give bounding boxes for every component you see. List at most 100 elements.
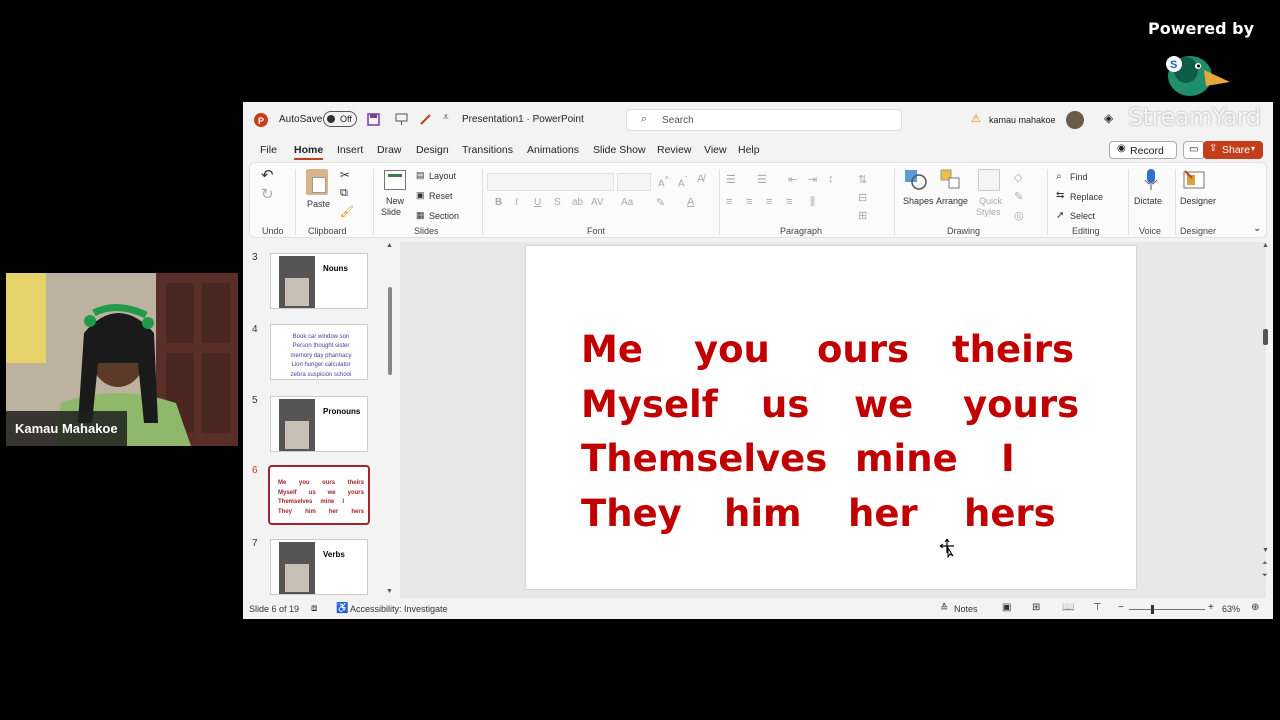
columns-icon[interactable]: ⫼ (810, 196, 815, 209)
thumbnail-scrollbar[interactable]: ▲ ▼ (386, 242, 394, 598)
justify-icon[interactable]: ≡ (786, 196, 792, 208)
zoom-out-icon[interactable]: − (1118, 602, 1124, 613)
reset-button[interactable]: Reset (429, 191, 453, 201)
new-slide-label-2[interactable]: Slide (381, 207, 401, 217)
bullets-icon[interactable]: ☰ (726, 173, 736, 186)
font-size-select[interactable] (617, 173, 651, 191)
quick-styles-label[interactable]: Quick (979, 196, 1002, 206)
designer-label[interactable]: Designer (1180, 196, 1216, 206)
zoom-slider[interactable] (1129, 605, 1205, 614)
slide-thumbnail-5[interactable]: Pronouns (270, 396, 368, 452)
tab-help[interactable]: Help (738, 144, 760, 156)
save-icon[interactable] (367, 113, 380, 126)
draw-pen-icon[interactable] (419, 113, 432, 126)
current-slide[interactable]: Me you ours theirs Myself us we yours Th… (526, 246, 1136, 589)
undo-icon[interactable]: ↶ (261, 166, 274, 184)
zoom-slider-thumb[interactable] (1151, 605, 1154, 614)
shadow-icon[interactable]: ab (572, 197, 583, 208)
char-spacing-icon[interactable]: AV (591, 197, 604, 208)
find-button[interactable]: Find (1070, 172, 1088, 182)
microphone-icon[interactable] (1143, 168, 1159, 192)
numbering-icon[interactable]: ☰ (757, 173, 767, 186)
replace-button[interactable]: Replace (1070, 192, 1103, 202)
scroll-up-icon[interactable]: ▲ (386, 242, 393, 249)
user-avatar[interactable] (1066, 111, 1084, 129)
quick-styles-label-2[interactable]: Styles (976, 207, 1001, 217)
collapse-ribbon-icon[interactable]: ⌄ (1253, 223, 1261, 234)
zoom-level[interactable]: 63% (1222, 604, 1240, 614)
shape-effects-icon[interactable]: ◎ (1014, 209, 1024, 222)
designer-icon[interactable] (1182, 168, 1206, 192)
autosave-toggle[interactable]: Off (323, 111, 357, 127)
tab-home[interactable]: Home (294, 144, 324, 160)
decrease-indent-icon[interactable]: ⇤ (788, 173, 797, 186)
scrollbar-thumb[interactable] (388, 287, 392, 375)
copy-icon[interactable]: ⧉ (340, 187, 348, 200)
accessibility-icon[interactable]: ♿ (336, 603, 348, 614)
warning-icon[interactable]: ⚠ (971, 112, 981, 125)
slide-thumbnail-4[interactable]: Book car window son Person thought siste… (270, 324, 368, 380)
shape-fill-icon[interactable]: ◇ (1014, 171, 1022, 184)
highlight-icon[interactable]: ✎ (656, 196, 665, 209)
slide-thumbnail-6[interactable]: Me you ours theirs Myself us we yours Themselv… (268, 465, 370, 525)
section-button[interactable]: Section (429, 211, 459, 221)
font-color-icon[interactable]: A (687, 196, 694, 208)
scroll-down-icon[interactable]: ▼ (1262, 547, 1269, 554)
clear-format-icon[interactable]: A̸ (697, 173, 704, 185)
increase-indent-icon[interactable]: ⇥ (808, 173, 817, 186)
new-slide-label[interactable]: New (386, 196, 404, 206)
shapes-label[interactable]: Shapes (903, 196, 934, 206)
slide-scrollbar[interactable]: ▲ ▼ ⏶ ⏷ (1261, 242, 1271, 598)
grow-font-icon[interactable]: A^ (658, 174, 669, 189)
align-left-icon[interactable]: ≡ (726, 196, 732, 208)
record-button[interactable]: ◉ Record (1109, 141, 1177, 159)
tab-view[interactable]: View (704, 144, 727, 156)
tab-review[interactable]: Review (657, 144, 691, 156)
tab-slide-show[interactable]: Slide Show (593, 144, 646, 156)
shrink-font-icon[interactable]: Aˇ (678, 174, 687, 189)
comments-button[interactable]: ▭ (1183, 141, 1205, 159)
format-painter-icon[interactable]: 🖌 (340, 205, 354, 218)
reset-icon[interactable]: ▣ (416, 190, 425, 201)
quick-styles-icon[interactable] (978, 169, 1000, 191)
arrange-label[interactable]: Arrange (936, 196, 968, 206)
find-icon[interactable]: ⌕ (1056, 171, 1062, 182)
select-button[interactable]: Select (1070, 211, 1095, 221)
tab-animations[interactable]: Animations (527, 144, 579, 156)
tab-file[interactable]: File (260, 144, 277, 156)
dictate-label[interactable]: Dictate (1134, 196, 1162, 206)
select-icon[interactable]: ➚ (1056, 210, 1064, 221)
paste-label[interactable]: Paste (307, 199, 330, 209)
line-spacing-icon[interactable]: ↕ (828, 173, 834, 185)
notes-icon[interactable]: ≙ (940, 603, 948, 614)
diamond-icon[interactable]: ◈ (1104, 111, 1113, 125)
user-name[interactable]: kamau mahakoe (989, 115, 1056, 125)
zoom-in-icon[interactable]: + (1208, 602, 1214, 613)
reading-view-icon[interactable]: 📖 (1062, 602, 1074, 613)
normal-view-icon[interactable]: ▣ (1002, 602, 1011, 613)
search-box[interactable]: ⌕ Search (626, 109, 902, 131)
tab-draw[interactable]: Draw (377, 144, 402, 156)
present-icon[interactable] (395, 113, 408, 126)
cut-icon[interactable]: ✂ (340, 168, 350, 182)
arrange-icon[interactable] (940, 169, 964, 191)
new-slide-icon[interactable] (384, 170, 406, 190)
slide-sorter-icon[interactable]: ⊞ (1032, 602, 1040, 613)
layout-button[interactable]: Layout (429, 171, 456, 181)
replace-icon[interactable]: ⇆ (1056, 190, 1064, 201)
smartart-icon[interactable]: ⊞ (858, 209, 867, 222)
paste-icon[interactable] (306, 169, 328, 195)
previous-slide-icon[interactable]: ⏶ (1262, 560, 1268, 568)
scrollbar-thumb[interactable] (1263, 329, 1268, 345)
strikethrough-button[interactable]: S (554, 197, 561, 208)
fit-slide-icon[interactable]: ⊕ (1251, 602, 1259, 613)
spelling-icon[interactable]: ⧈ (311, 603, 317, 614)
scroll-down-icon[interactable]: ▼ (386, 588, 393, 595)
italic-button[interactable]: I (515, 197, 518, 208)
align-right-icon[interactable]: ≡ (766, 196, 772, 208)
align-center-icon[interactable]: ≡ (746, 196, 752, 208)
tab-transitions[interactable]: Transitions (462, 144, 513, 156)
underline-button[interactable]: U (534, 197, 541, 208)
slide-show-icon[interactable]: ⊤ (1093, 602, 1102, 613)
section-icon[interactable]: ▦ (416, 210, 425, 221)
